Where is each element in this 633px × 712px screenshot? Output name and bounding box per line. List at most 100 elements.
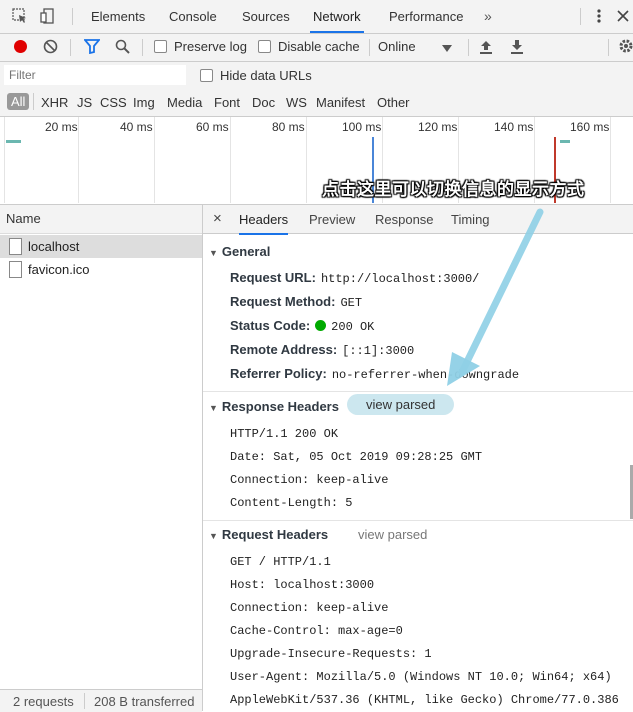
disable-cache-checkbox[interactable]	[258, 40, 271, 53]
throttling-select[interactable]: Online	[378, 39, 416, 54]
request-name: favicon.ico	[28, 262, 90, 277]
collapse-triangle-icon: ▼	[209, 248, 218, 258]
section-title: Response Headers	[221, 399, 339, 414]
timeline-tick: 60 ms	[196, 120, 229, 134]
request-row-localhost[interactable]: localhost	[0, 235, 202, 258]
timeline-tick: 80 ms	[272, 120, 305, 134]
close-details-icon[interactable]: ×	[213, 210, 222, 227]
request-details: × Headers Preview Response Timing ▼ Gener…	[203, 205, 633, 711]
filter-type-img[interactable]: Img	[133, 95, 155, 110]
request-method-row: Request Method: GET	[230, 294, 362, 310]
export-har-icon[interactable]	[510, 39, 524, 57]
timeline-tick: 160 ms	[570, 120, 610, 134]
filter-type-manifest[interactable]: Manifest	[316, 95, 365, 110]
request-url-row: Request URL: http://localhost:3000/	[230, 270, 479, 286]
request-url-value: http://localhost:3000/	[320, 272, 480, 286]
tab-elements[interactable]: Elements	[91, 0, 145, 33]
preserve-log-label: Preserve log	[174, 39, 247, 54]
clear-icon[interactable]	[43, 39, 58, 57]
preserve-log-checkbox[interactable]	[154, 40, 167, 53]
response-header-line: Date: Sat, 05 Oct 2019 09:28:25 GMT	[230, 450, 483, 464]
filter-type-font[interactable]: Font	[214, 95, 240, 110]
response-header-line: Content-Length: 5	[230, 496, 353, 510]
filter-type-css[interactable]: CSS	[100, 95, 127, 110]
collapse-triangle-icon: ▼	[209, 531, 218, 541]
tab-response[interactable]: Response	[375, 212, 434, 227]
remote-address-key: Remote Address:	[230, 342, 338, 357]
customize-menu-icon[interactable]	[591, 8, 607, 24]
timeline-tick: 40 ms	[120, 120, 153, 134]
chevron-down-icon[interactable]	[442, 42, 452, 56]
details-tabs: × Headers Preview Response Timing	[203, 205, 633, 235]
filter-bar: Hide data URLs All XHR JS CSS Img Media …	[0, 62, 633, 117]
settings-gear-icon[interactable]	[618, 38, 633, 57]
network-toolbar: Preserve log Disable cache Online	[0, 34, 633, 62]
tab-performance[interactable]: Performance	[389, 0, 463, 33]
disable-cache-label: Disable cache	[278, 39, 360, 54]
remote-address-value: [::1]:3000	[342, 344, 415, 358]
transferred-size: 208 B transferred	[94, 694, 195, 709]
filter-type-other[interactable]: Other	[377, 95, 410, 110]
tab-sources[interactable]: Sources	[242, 0, 290, 33]
timeline-tick: 120 ms	[418, 120, 458, 134]
status-ok-icon	[315, 320, 327, 331]
filter-type-all[interactable]: All	[7, 93, 30, 110]
response-headers-section-header[interactable]: ▼ Response Headers	[209, 399, 339, 414]
timeline-overview[interactable]: 20 ms 40 ms 60 ms 80 ms 100 ms 120 ms 14…	[0, 117, 633, 205]
inspect-element-icon[interactable]	[12, 8, 28, 24]
filter-type-xhr[interactable]: XHR	[41, 95, 68, 110]
request-header-line: User-Agent: Mozilla/5.0 (Windows NT 10.0…	[230, 670, 612, 684]
hide-data-urls-label: Hide data URLs	[220, 68, 312, 83]
timeline-tick: 100 ms	[342, 120, 382, 134]
request-header-line: Connection: keep-alive	[230, 601, 389, 615]
record-icon[interactable]	[13, 39, 28, 57]
annotation-text: 点击这里可以切换信息的显示方式	[322, 180, 585, 200]
filter-type-doc[interactable]: Doc	[252, 95, 275, 110]
view-parsed-button[interactable]: view parsed	[347, 394, 455, 415]
referrer-policy-value: no-referrer-when-downgrade	[331, 368, 520, 382]
filter-type-js[interactable]: JS	[77, 95, 92, 110]
close-devtools-icon[interactable]	[616, 9, 632, 25]
import-har-icon[interactable]	[479, 39, 493, 57]
tab-console[interactable]: Console	[169, 0, 217, 33]
remote-address-row: Remote Address: [::1]:3000	[230, 342, 414, 358]
search-icon[interactable]	[115, 39, 131, 58]
devtools-tabbar: Elements Console Sources Network Perform…	[0, 0, 633, 34]
general-section-header[interactable]: ▼ General	[209, 244, 270, 259]
network-summary: 2 requests 208 B transferred	[0, 689, 202, 712]
request-headers-section-header[interactable]: ▼ Request Headers	[209, 527, 328, 542]
section-title: Request Headers	[221, 527, 329, 542]
filter-icon[interactable]	[83, 39, 101, 57]
section-title: General	[221, 244, 271, 259]
response-header-line: Connection: keep-alive	[230, 473, 389, 487]
document-icon	[9, 238, 22, 255]
status-code-value: 200 OK	[331, 320, 375, 334]
tab-preview[interactable]: Preview	[309, 212, 355, 227]
request-header-line: AppleWebKit/537.36 (KHTML, like Gecko) C…	[230, 693, 619, 707]
timeline-tick: 140 ms	[494, 120, 534, 134]
name-column-label: Name	[6, 211, 41, 226]
request-method-value: GET	[340, 296, 363, 310]
filter-type-ws[interactable]: WS	[286, 95, 307, 110]
request-header-line: Upgrade-Insecure-Requests: 1	[230, 647, 432, 661]
more-tabs-icon[interactable]: »	[484, 0, 492, 33]
timeline-request-bar	[6, 140, 21, 143]
timeline-tick: 20 ms	[45, 120, 78, 134]
hide-data-urls-checkbox[interactable]	[200, 69, 213, 82]
tab-network[interactable]: Network	[310, 0, 364, 33]
requests-count: 2 requests	[13, 694, 74, 709]
response-header-line: HTTP/1.1 200 OK	[230, 427, 339, 441]
filter-type-media[interactable]: Media	[167, 95, 202, 110]
tab-timing[interactable]: Timing	[451, 212, 490, 227]
name-column-header[interactable]: Name	[0, 205, 202, 234]
tab-headers[interactable]: Headers	[239, 212, 289, 235]
request-row-favicon[interactable]: favicon.ico	[0, 258, 202, 281]
view-parsed-button[interactable]: view parsed	[358, 527, 427, 542]
referrer-policy-row: Referrer Policy: no-referrer-when-downgra…	[230, 366, 519, 382]
status-code-row: Status Code: 200 OK	[230, 318, 374, 334]
timeline-request-bar	[560, 140, 570, 143]
request-header-line: Host: localhost:3000	[230, 578, 375, 592]
device-toolbar-icon[interactable]	[40, 8, 56, 24]
request-method-key: Request Method:	[230, 294, 336, 309]
filter-input[interactable]	[4, 65, 186, 85]
